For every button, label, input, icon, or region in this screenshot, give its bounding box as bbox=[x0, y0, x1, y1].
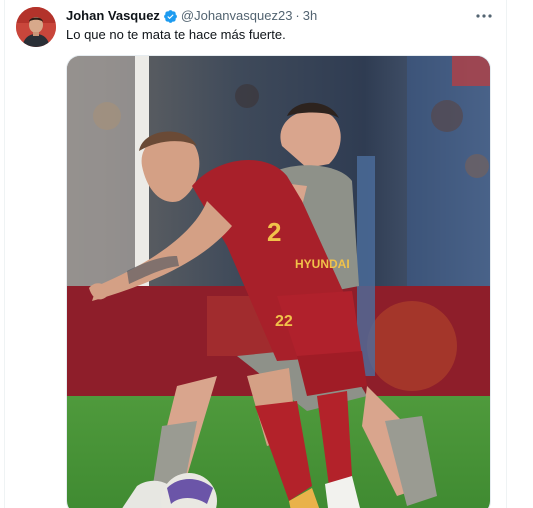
more-options-icon[interactable] bbox=[474, 8, 494, 24]
tweet-media-photo[interactable]: 2 HYUNDAI 22 bbox=[66, 55, 491, 508]
avatar[interactable] bbox=[16, 7, 56, 47]
avatar-photo bbox=[16, 7, 56, 47]
tweet-header: Johan Vasquez @Johanvasquez23 · 3h bbox=[66, 7, 317, 25]
tweet-card[interactable]: Johan Vasquez @Johanvasquez23 · 3h Lo qu… bbox=[0, 0, 533, 508]
kit-sponsor-text: HYUNDAI bbox=[295, 257, 350, 271]
tweet-text: Lo que no te mata te hace más fuerte. bbox=[66, 27, 286, 42]
shorts-number: 22 bbox=[275, 313, 293, 330]
timeline-divider-left bbox=[4, 0, 5, 508]
author-display-name[interactable]: Johan Vasquez bbox=[66, 7, 160, 25]
verified-badge-icon bbox=[163, 9, 178, 24]
timeline-divider-right bbox=[506, 0, 507, 508]
football-match-photo: 2 HYUNDAI 22 bbox=[67, 56, 490, 508]
tweet-timestamp[interactable]: 3h bbox=[303, 7, 317, 25]
header-separator: · bbox=[295, 8, 300, 23]
author-handle[interactable]: @Johanvasquez23 bbox=[181, 7, 293, 25]
shirt-number-2: 2 bbox=[267, 217, 281, 247]
